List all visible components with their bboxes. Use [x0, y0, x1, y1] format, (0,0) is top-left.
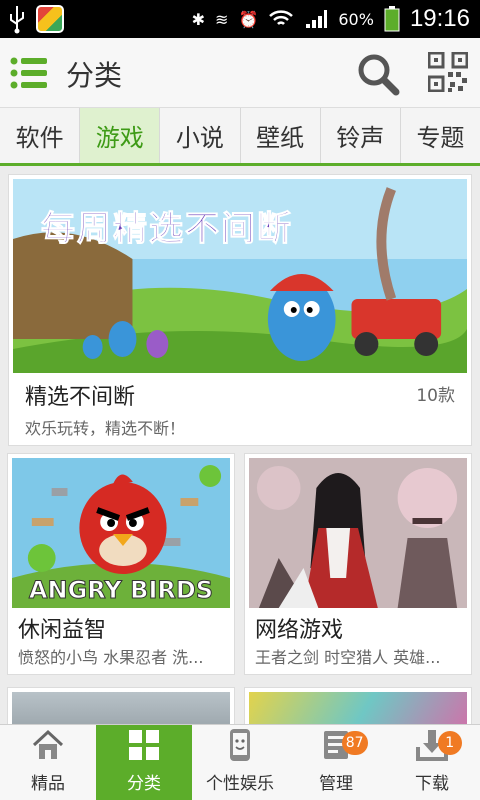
battery-icon [384, 6, 400, 32]
bottom-nav: 精品 分类 个性娱乐 管理 87 下载 1 [0, 724, 480, 800]
tab-topics[interactable]: 专题 [401, 108, 480, 163]
banner-headline: 每周精选不间断 [41, 209, 293, 250]
category-card-online[interactable]: 网络游戏 王者之剑 时空猎人 英雄... [244, 453, 472, 675]
grid-icon [129, 730, 159, 760]
usb-icon [10, 6, 24, 34]
nav-entertainment[interactable]: 个性娱乐 [192, 725, 288, 800]
house-icon [32, 729, 64, 759]
page-title: 分类 [66, 59, 123, 92]
category-title: 网络游戏 [255, 618, 344, 643]
search-icon[interactable] [356, 52, 400, 96]
app-header: 分类 [0, 38, 480, 108]
category-card-casual[interactable]: ANGRY BIRDS 休闲益智 愤怒的小鸟 水果忍者 洗... [7, 453, 235, 675]
clock: 19:16 [409, 5, 470, 32]
nav-label: 精品 [31, 774, 65, 794]
phone-icon [230, 729, 250, 761]
category-desc: 愤怒的小鸟 水果忍者 洗... [18, 648, 204, 667]
signal-icon [306, 10, 328, 28]
nav-manage[interactable]: 管理 87 [288, 725, 384, 800]
nav-downloads[interactable]: 下载 1 [384, 725, 480, 800]
battery-percent: 60% [338, 9, 374, 29]
nav-featured[interactable]: 精品 [0, 725, 96, 800]
status-bar: ✱ ≋ ⏰ 60% 19:16 [0, 0, 480, 38]
qr-code-icon[interactable] [428, 52, 468, 92]
category-tabs: 软件 游戏 小说 壁纸 铃声 专题 [0, 108, 480, 166]
angry-birds-logo: ANGRY BIRDS [28, 576, 214, 605]
nav-label: 管理 [319, 774, 353, 794]
featured-banner-image: 每周精选不间断 [13, 179, 467, 373]
tab-novels[interactable]: 小说 [160, 108, 241, 163]
download-badge: 1 [437, 731, 462, 755]
nav-label: 分类 [127, 774, 161, 794]
wifi-icon [269, 10, 294, 25]
nav-label: 下载 [415, 774, 449, 794]
featured-card[interactable]: 每周精选不间断 精选不间断 10款 欢乐玩转，精选不断！ [8, 174, 472, 446]
notification-icons [6, 4, 64, 34]
casual-games-image: ANGRY BIRDS [12, 458, 230, 608]
app-notification-icon [36, 5, 64, 33]
category-title: 休闲益智 [18, 618, 107, 643]
featured-count: 10款 [416, 386, 455, 406]
featured-title: 精选不间断 [25, 385, 136, 410]
tab-software[interactable]: 软件 [0, 108, 81, 163]
online-games-image [249, 458, 467, 608]
manage-badge: 87 [341, 731, 368, 755]
bluetooth-icon: ✱ [191, 9, 206, 29]
nav-label: 个性娱乐 [206, 774, 274, 794]
tab-games[interactable]: 游戏 [80, 108, 161, 163]
vibrate-icon: ≋ [215, 9, 229, 29]
nav-categories[interactable]: 分类 [96, 725, 192, 800]
menu-icon[interactable] [10, 56, 48, 90]
alarm-icon: ⏰ [238, 9, 259, 29]
tab-ringtones[interactable]: 铃声 [321, 108, 401, 163]
tab-wallpapers[interactable]: 壁纸 [241, 108, 321, 163]
category-desc: 王者之剑 时空猎人 英雄... [255, 648, 441, 667]
featured-desc: 欢乐玩转，精选不断！ [25, 419, 186, 438]
